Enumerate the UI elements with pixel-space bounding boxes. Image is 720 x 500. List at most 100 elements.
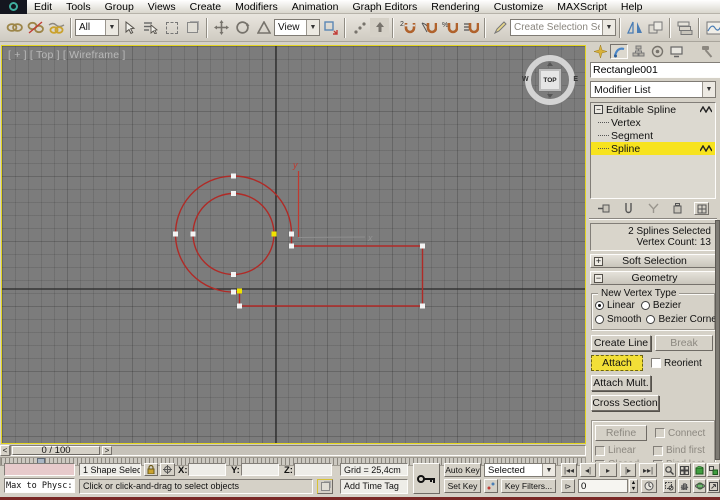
current-frame-field[interactable] [578, 479, 628, 493]
bind-first-checkbox[interactable]: Bind first [653, 445, 705, 456]
select-move-icon[interactable] [211, 17, 232, 38]
radio-icon[interactable] [595, 315, 604, 324]
menu-group[interactable]: Group [98, 1, 141, 13]
zoom-extents-all-icon[interactable] [707, 463, 720, 477]
modifier-list-dropdown[interactable]: Modifier List ▼ [590, 81, 716, 98]
remove-modifier-icon[interactable] [670, 202, 685, 215]
key-filters-button[interactable]: Key Filters... [501, 479, 556, 493]
motion-tab[interactable] [648, 44, 666, 59]
menu-create[interactable]: Create [183, 1, 229, 13]
create-line-button[interactable]: Create Line [591, 335, 651, 351]
make-unique-icon[interactable] [646, 202, 661, 215]
curve-editor-icon[interactable] [703, 17, 720, 38]
snap-toggle-icon[interactable]: 2 [397, 17, 418, 38]
absolute-offset-toggle-icon[interactable] [160, 463, 175, 476]
menu-rendering[interactable]: Rendering [424, 1, 486, 13]
viewcube-east-label[interactable]: E [573, 76, 578, 83]
radio-icon[interactable] [595, 301, 604, 310]
chevron-down-icon[interactable]: ▼ [602, 20, 615, 35]
soft-selection-rollout[interactable]: + Soft Selection [590, 254, 716, 268]
menu-maxscript[interactable]: MAXScript [550, 1, 614, 13]
maximize-viewport-toggle-icon[interactable] [707, 479, 720, 493]
auto-key-button[interactable]: Auto Key [444, 463, 481, 477]
viewport-label[interactable]: [ + ] [ Top ] [ Wireframe ] [8, 49, 126, 61]
pan-hand-icon[interactable] [678, 479, 691, 493]
bind-to-spacewarp-icon[interactable] [46, 17, 67, 38]
named-selection-set-dropdown[interactable]: Create Selection Se▼ [510, 19, 616, 36]
chevron-down-icon[interactable]: ▼ [702, 82, 715, 97]
use-pivot-center-icon[interactable] [320, 17, 341, 38]
spinner-snap-icon[interactable] [460, 17, 481, 38]
set-keys-icon[interactable] [413, 463, 440, 494]
utilities-tab[interactable] [698, 44, 716, 59]
stack-item-vertex[interactable]: Vertex [591, 116, 715, 129]
stack-item-spline-selected[interactable]: Spline [591, 142, 715, 155]
select-manipulate-icon[interactable] [349, 17, 370, 38]
add-time-tag[interactable]: Add Time Tag [340, 479, 408, 494]
window-crossing-icon[interactable] [182, 17, 203, 38]
z-coordinate-field[interactable] [294, 463, 332, 476]
menu-modifiers[interactable]: Modifiers [228, 1, 285, 13]
frame-spinner[interactable]: ▲▼ [629, 479, 638, 493]
key-mode-toggle-icon[interactable]: ⊳ [561, 479, 575, 493]
geometry-rollout[interactable]: − Geometry [590, 271, 716, 285]
unlink-selection-icon[interactable] [25, 17, 46, 38]
checkbox-icon[interactable] [651, 358, 661, 368]
arc-rotate-icon[interactable] [693, 479, 706, 493]
refine-button[interactable]: Refine [595, 425, 647, 441]
attach-mult-button[interactable]: Attach Mult. [591, 375, 651, 391]
radio-bezier-corner[interactable]: Bezier Corner [646, 314, 720, 325]
checkbox-icon[interactable] [595, 446, 605, 456]
maxscript-mini-listener[interactable]: Max to Physc: [4, 478, 75, 493]
linear-checkbox[interactable]: Linear [595, 445, 643, 456]
break-button[interactable]: Break [655, 335, 713, 351]
selection-lock-icon[interactable] [144, 463, 158, 476]
bind-last-checkbox[interactable]: Bind last [653, 459, 704, 462]
show-end-result-icon[interactable] [621, 202, 636, 215]
y-coordinate-field[interactable] [241, 463, 279, 476]
menu-graph-editors[interactable]: Graph Editors [345, 1, 424, 13]
first-vertex-markers[interactable] [237, 232, 277, 294]
chevron-down-icon[interactable]: ▼ [306, 20, 319, 35]
hierarchy-tab[interactable] [629, 44, 647, 59]
expand-icon[interactable]: + [594, 257, 603, 266]
checkbox-icon[interactable] [653, 460, 663, 463]
viewport-canvas[interactable]: y x [2, 46, 585, 443]
display-tab[interactable] [667, 44, 685, 59]
checkbox-icon[interactable] [655, 428, 665, 438]
viewcube-south-arrow-icon[interactable] [547, 94, 553, 98]
key-filter-dropdown[interactable]: Selected▼ [484, 463, 556, 477]
cross-section-button[interactable]: Cross Section [591, 395, 659, 411]
menu-views[interactable]: Views [141, 1, 183, 13]
checkbox-icon[interactable] [653, 446, 663, 456]
create-tab[interactable] [591, 44, 609, 59]
radio-bezier[interactable]: Bezier [641, 300, 681, 311]
select-object-icon[interactable] [119, 17, 140, 38]
time-back-button[interactable]: < [0, 445, 10, 456]
chevron-down-icon[interactable]: ▼ [542, 464, 555, 476]
select-and-link-icon[interactable] [4, 17, 25, 38]
named-selection-sets-icon[interactable] [489, 17, 510, 38]
gizmo-x-axis[interactable] [299, 237, 366, 238]
set-key-button[interactable]: Set Key [444, 479, 481, 493]
play-animation-icon[interactable]: ▸ [599, 463, 617, 477]
percent-snap-icon[interactable]: % [439, 17, 460, 38]
attach-button[interactable]: Attach [591, 355, 643, 371]
app-logo-icon[interactable] [0, 0, 27, 14]
select-scale-icon[interactable] [253, 17, 274, 38]
select-by-name-icon[interactable] [140, 17, 161, 38]
go-to-start-icon[interactable]: |◂◂ [561, 463, 577, 477]
stack-item-editable-spline[interactable]: − Editable Spline [591, 103, 715, 116]
x-coordinate-field[interactable] [188, 463, 226, 476]
radio-linear[interactable]: Linear [595, 300, 635, 311]
configure-modifier-sets-icon[interactable] [694, 202, 709, 215]
selection-filter-dropdown[interactable]: All▼ [75, 19, 119, 36]
closed-checkbox[interactable]: Closed [595, 459, 643, 462]
angle-snap-icon[interactable] [418, 17, 439, 38]
menu-animation[interactable]: Animation [285, 1, 346, 13]
set-key-point-icon[interactable] [484, 479, 498, 493]
modify-tab[interactable] [610, 44, 628, 59]
select-rotate-icon[interactable] [232, 17, 253, 38]
menu-customize[interactable]: Customize [487, 1, 551, 13]
viewcube-north-arrow-icon[interactable] [547, 62, 553, 66]
